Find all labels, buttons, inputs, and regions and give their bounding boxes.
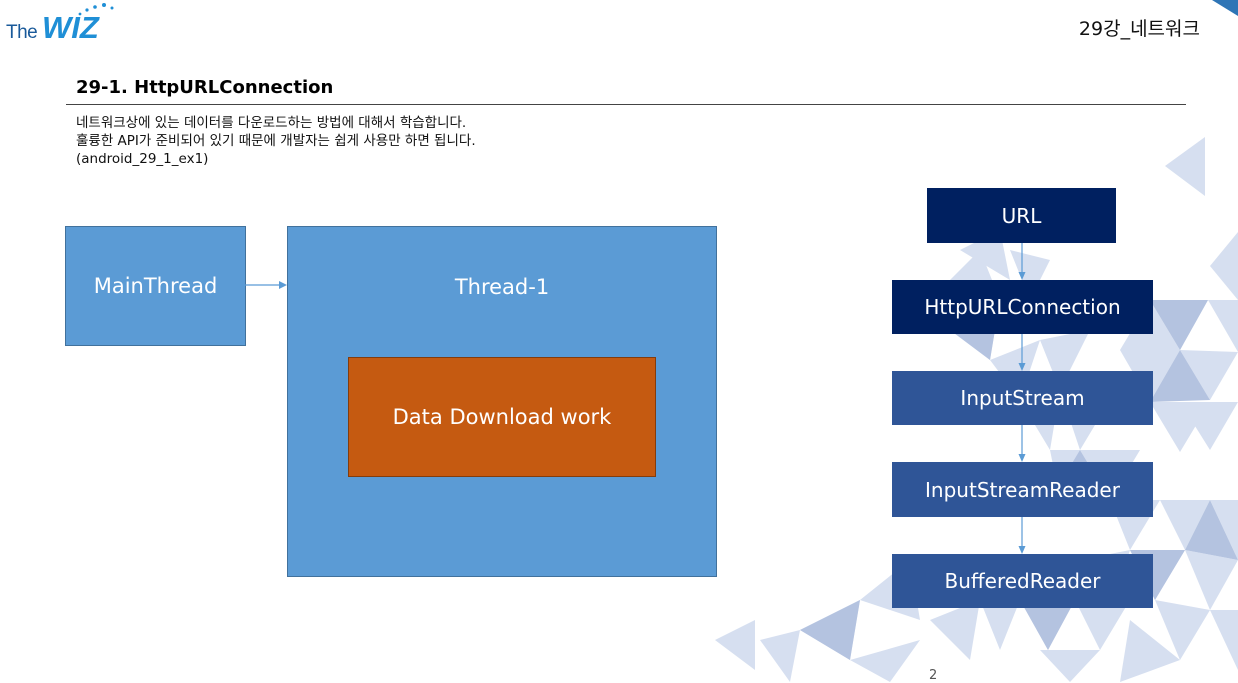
main-thread-box: MainThread	[65, 226, 246, 346]
main-to-thread-arrow	[245, 281, 287, 289]
thread-1-label: Thread-1	[454, 275, 550, 299]
thewiz-logo: The WIZ	[6, 3, 116, 45]
flow-step-httpurlconnection: HttpURLConnection	[892, 280, 1153, 334]
chapter-title: 29강_네트워크	[1078, 18, 1200, 40]
description-line: 훌륭한 API가 준비되어 있기 때문에 개발자는 쉽게 사용만 하면 됩니다.	[76, 133, 476, 149]
flow-step-label: InputStream	[960, 386, 1085, 410]
flow-step-inputstream: InputStream	[892, 371, 1153, 425]
flow-step-bufferedreader: BufferedReader	[892, 554, 1153, 608]
flow-step-inputstreamreader: InputStreamReader	[892, 462, 1153, 517]
data-download-work-box: Data Download work	[348, 357, 656, 477]
section-title: 29-1. HttpURLConnection	[76, 77, 334, 98]
flow-step-label: HttpURLConnection	[924, 295, 1121, 319]
work-label: Data Download work	[392, 405, 612, 429]
flow-step-label: InputStreamReader	[925, 477, 1120, 502]
flow-step-label: URL	[1001, 203, 1042, 228]
flow-arrow	[1018, 517, 1026, 554]
main-thread-label: MainThread	[93, 274, 218, 298]
logo-sparkle-icon	[78, 3, 114, 16]
flow-arrow	[1018, 334, 1026, 371]
flow-arrow	[1018, 425, 1026, 462]
logo-the-text: The	[6, 22, 38, 43]
description-line: (android_29_1_ex1)	[76, 151, 209, 167]
flow-step-url: URL	[927, 188, 1116, 243]
title-divider	[66, 104, 1186, 105]
section-description: 네트워크상에 있는 데이터를 다운로드하는 방법에 대해서 학습합니다. 훌륭한…	[76, 114, 476, 168]
flow-arrow	[1018, 243, 1026, 280]
page-number: 2	[929, 668, 938, 683]
description-line: 네트워크상에 있는 데이터를 다운로드하는 방법에 대해서 학습합니다.	[76, 115, 467, 131]
flow-step-label: BufferedReader	[944, 569, 1101, 593]
